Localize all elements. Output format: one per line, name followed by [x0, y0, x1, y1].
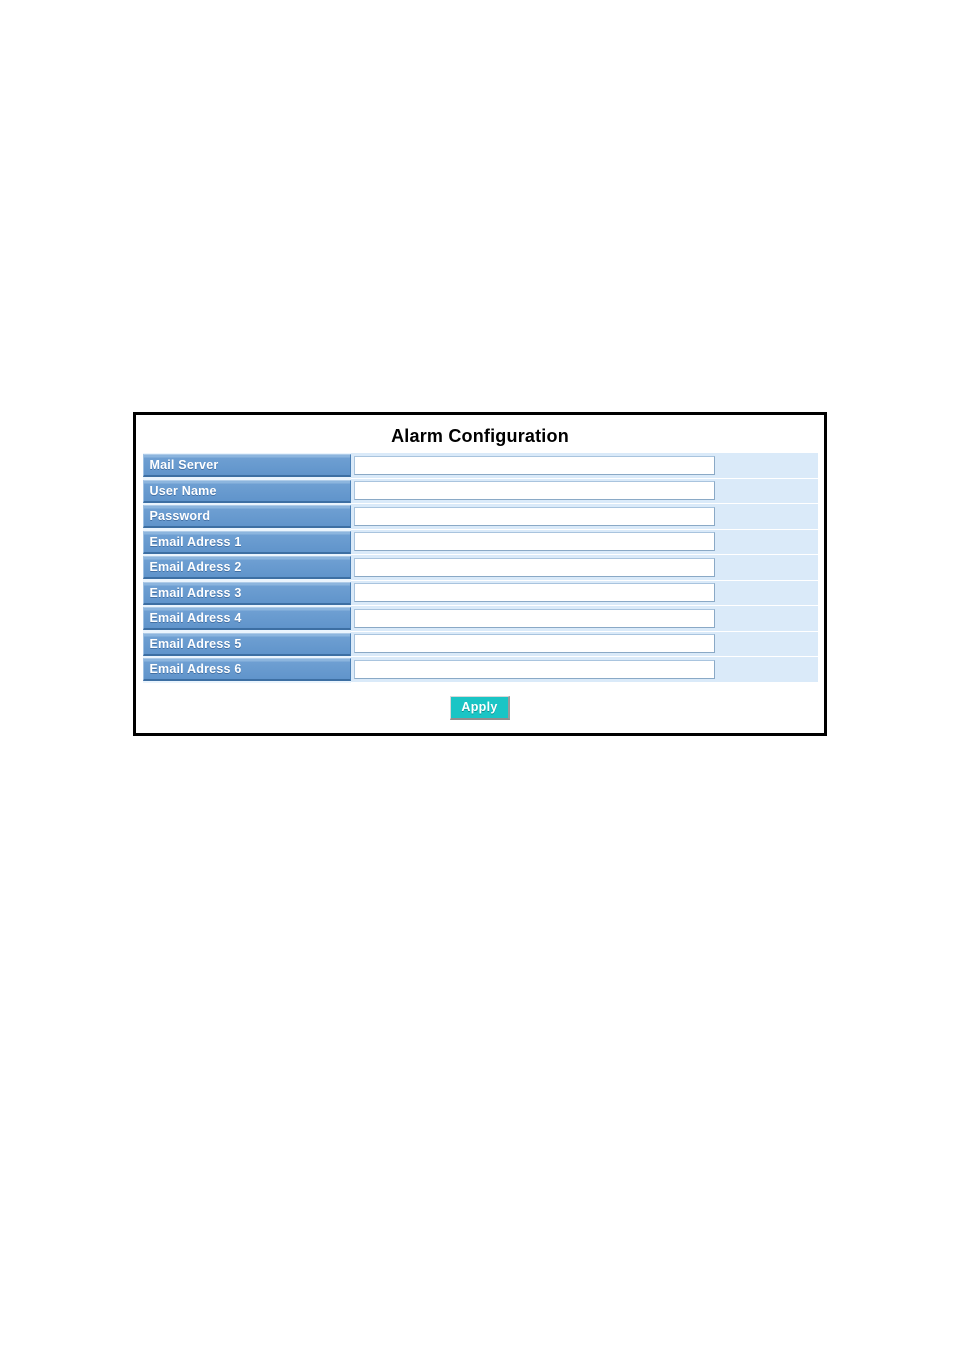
field-input[interactable]	[353, 481, 715, 501]
field-label: Email Adress 4	[142, 607, 351, 631]
field-label: Email Adress 5	[142, 632, 351, 656]
row-spacer-cell	[721, 504, 818, 530]
row-spacer-cell	[721, 555, 818, 581]
field-label: Email Adress 1	[142, 530, 351, 554]
field-label-cell: Password	[142, 504, 351, 530]
field-label-cell: Mail Server	[142, 453, 351, 479]
field-input[interactable]	[353, 557, 715, 577]
form-row: Password	[142, 504, 818, 530]
field-label: Password	[142, 505, 351, 529]
field-input-cell	[350, 657, 722, 683]
field-label: Email Adress 2	[142, 556, 351, 580]
row-spacer-cell	[721, 453, 818, 479]
field-label-cell: Email Adress 5	[142, 631, 351, 657]
field-label-cell: Email Adress 3	[142, 580, 351, 606]
field-input[interactable]	[353, 583, 715, 603]
field-input[interactable]	[353, 455, 715, 475]
field-input[interactable]	[353, 506, 715, 526]
alarm-configuration-panel: Alarm Configuration Mail Server User Name…	[133, 412, 827, 736]
form-row: Email Adress 5	[142, 631, 818, 657]
field-input[interactable]	[353, 608, 715, 628]
row-spacer-cell	[721, 529, 818, 555]
field-label-cell: Email Adress 2	[142, 555, 351, 581]
row-spacer-cell	[721, 478, 818, 504]
form-row: Email Adress 4	[142, 606, 818, 632]
row-spacer-cell	[721, 631, 818, 657]
field-label-cell: Email Adress 6	[142, 657, 351, 683]
row-spacer-cell	[721, 580, 818, 606]
field-label: Email Adress 3	[142, 581, 351, 605]
form-row: Email Adress 1	[142, 529, 818, 555]
row-spacer-cell	[721, 657, 818, 683]
field-input-cell	[350, 631, 722, 657]
alarm-configuration-form: Mail Server User Name Password Email Adress…	[142, 453, 818, 683]
field-input-cell	[350, 555, 722, 581]
field-input-cell	[350, 478, 722, 504]
form-row: Email Adress 2	[142, 555, 818, 581]
form-rows: Mail Server User Name Password Email Adress…	[142, 453, 818, 683]
form-row: Email Adress 6	[142, 657, 818, 683]
field-label: Mail Server	[142, 454, 351, 478]
field-label-cell: Email Adress 1	[142, 529, 351, 555]
field-input-cell	[350, 606, 722, 632]
form-row: User Name	[142, 478, 818, 504]
apply-row: Apply	[144, 683, 816, 720]
field-input[interactable]	[353, 532, 715, 552]
field-label: User Name	[142, 479, 351, 503]
field-label-cell: Email Adress 4	[142, 606, 351, 632]
page-title: Alarm Configuration	[391, 426, 569, 446]
field-input-cell	[350, 580, 722, 606]
field-input-cell	[350, 529, 722, 555]
field-input[interactable]	[353, 659, 715, 679]
field-input-cell	[350, 453, 722, 479]
form-row: Email Adress 3	[142, 580, 818, 606]
field-input-cell	[350, 504, 722, 530]
apply-button[interactable]: Apply	[450, 695, 510, 720]
field-input[interactable]	[353, 634, 715, 654]
field-label: Email Adress 6	[142, 658, 351, 682]
field-label-cell: User Name	[142, 478, 351, 504]
form-row: Mail Server	[142, 453, 818, 479]
row-spacer-cell	[721, 606, 818, 632]
